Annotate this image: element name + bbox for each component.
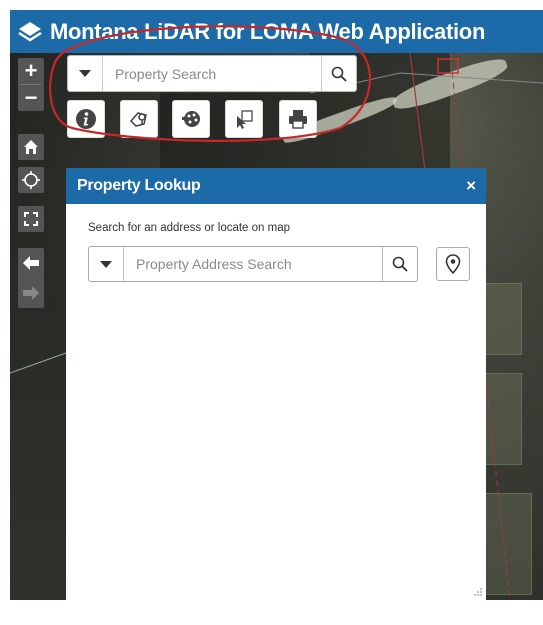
app-window: Montana LiDAR for LOMA Web Application +… (10, 10, 543, 600)
property-search-input[interactable] (103, 55, 321, 92)
map-tag-tool-button[interactable] (120, 100, 158, 138)
next-extent-button[interactable] (18, 278, 44, 308)
address-search-box (88, 246, 418, 282)
app-header: Montana LiDAR for LOMA Web Application (10, 10, 543, 53)
zoom-control: + − (18, 58, 44, 111)
app-title: Montana LiDAR for LOMA Web Application (50, 18, 486, 44)
search-source-dropdown[interactable] (68, 56, 103, 91)
info-icon (76, 109, 96, 129)
resize-handle-icon[interactable] (473, 587, 483, 597)
cursor-select-icon (237, 110, 253, 129)
map-tag-icon (129, 112, 147, 127)
search-icon (331, 66, 347, 82)
search-icon (392, 256, 408, 272)
search-button[interactable] (321, 56, 356, 91)
locate-button[interactable] (18, 167, 44, 193)
locate-on-map-button[interactable] (436, 247, 470, 281)
print-tool-button[interactable] (279, 100, 317, 138)
address-source-dropdown[interactable] (89, 247, 124, 281)
address-search-input[interactable] (124, 246, 382, 282)
panel-close-button[interactable]: × (466, 176, 476, 196)
zoom-out-button[interactable]: − (18, 85, 44, 111)
layers-logo-icon (10, 10, 50, 53)
property-search-box (67, 55, 357, 92)
panel-title: Property Lookup (77, 177, 201, 194)
fullscreen-button[interactable] (18, 206, 44, 232)
previous-extent-button[interactable] (18, 248, 44, 278)
caret-down-icon (100, 260, 112, 268)
info-tool-button[interactable] (67, 100, 105, 138)
map-pin-icon (445, 254, 461, 274)
search-instruction: Search for an address or locate on map (88, 222, 291, 234)
palette-tool-button[interactable] (172, 100, 210, 138)
address-search-button[interactable] (382, 247, 417, 281)
home-button[interactable] (18, 134, 44, 160)
locate-icon (22, 171, 40, 189)
select-tool-button[interactable] (225, 100, 263, 138)
palette-icon (182, 111, 200, 127)
panel-header: Property Lookup × (66, 168, 486, 204)
arrow-right-icon (23, 286, 39, 300)
arrow-left-icon (23, 256, 39, 270)
zoom-in-button[interactable]: + (18, 58, 44, 84)
property-lookup-panel: Property Lookup × Search for an address … (66, 168, 486, 600)
extent-navigation (18, 248, 44, 308)
caret-down-icon (79, 70, 91, 77)
print-icon (289, 110, 307, 129)
fullscreen-icon (24, 212, 38, 226)
home-icon (24, 140, 38, 154)
